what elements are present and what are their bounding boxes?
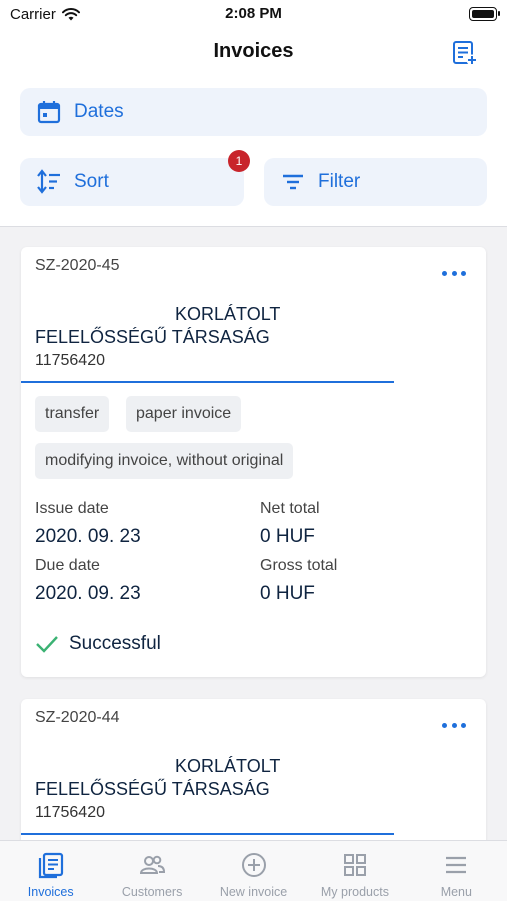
net-total-label: Net total [260,500,320,517]
tab-label: Menu [440,885,472,899]
net-total-value: 0 HUF [260,526,315,547]
dates-label: Dates [74,101,124,122]
tag-chip: paper invoice [126,396,242,432]
tag-chip: modifying invoice, without original [35,443,294,479]
invoice-number: SZ-2020-45 [35,257,120,274]
status-row: Successful [35,633,161,655]
invoice-number: SZ-2020-44 [35,709,120,726]
tab-label: Customers [121,885,183,899]
due-date-label: Due date [35,557,100,574]
tab-customers[interactable]: Customers [101,841,202,901]
due-date-value: 2020. 09. 23 [35,583,141,604]
customer-name-line2: FELELŐSSÉGŰ TÁRSASÁG [35,327,270,347]
customer-underline [21,381,394,383]
invoices-icon [38,852,63,879]
dates-button[interactable]: Dates [20,88,487,136]
menu-icon [446,856,467,874]
customer-name: KORLÁTOLT FELELŐSSÉGŰ TÁRSASÁG [35,303,280,349]
tab-new-invoice[interactable]: New invoice [203,841,304,901]
tab-bar: Invoices Customers New invoice My produc… [0,840,507,901]
filter-label: Filter [318,171,361,192]
customer-tax-number: 11756420 [35,352,105,369]
clock: 2:08 PM [225,5,282,22]
sort-icon [37,169,60,194]
customer-tax-number: 11756420 [35,804,105,821]
more-options-icon[interactable] [442,271,466,277]
tab-label: Invoices [27,885,74,899]
tab-my-products[interactable]: My products [304,841,405,901]
customer-underline [21,833,394,835]
customers-icon [140,855,166,874]
status-text: Successful [69,633,161,654]
filter-icon [283,174,303,190]
issue-date-value: 2020. 09. 23 [35,526,141,547]
invoice-card[interactable]: SZ-2020-45 KORLÁTOLT FELELŐSSÉGŰ TÁRSASÁ… [21,247,486,677]
battery-icon [469,7,500,21]
invoice-card[interactable]: SZ-2020-44 KORLÁTOLT FELELŐSSÉGŰ TÁRSASÁ… [21,699,486,859]
customer-name-line1: KORLÁTOLT [175,756,281,776]
gross-total-label: Gross total [260,557,338,574]
filter-button[interactable]: Filter [264,158,487,206]
sort-count-badge: 1 [228,150,250,172]
sort-button[interactable]: Sort [20,158,244,206]
header: Invoices Dates Sort 1 Filter [0,30,507,227]
customer-name: KORLÁTOLT FELELŐSSÉGŰ TÁRSASÁG [35,755,280,801]
more-options-icon[interactable] [442,723,466,729]
customer-name-line2: FELELŐSSÉGŰ TÁRSASÁG [35,779,270,799]
status-bar: Carrier 2:08 PM [0,0,507,30]
customer-name-line1: KORLÁTOLT [175,304,281,324]
new-invoice-document-icon[interactable] [451,39,479,67]
gross-total-value: 0 HUF [260,583,315,604]
tag-chip: transfer [35,396,110,432]
plus-circle-icon [241,853,266,877]
sort-label: Sort [74,171,109,192]
tab-label: My products [320,885,389,899]
checkmark-icon [36,636,58,653]
tab-label: New invoice [219,885,288,899]
tab-invoices[interactable]: Invoices [0,841,101,901]
issue-date-label: Issue date [35,500,109,517]
page-title: Invoices [213,40,294,62]
grid-icon [343,854,366,876]
calendar-icon [37,101,61,124]
tab-menu[interactable]: Menu [406,841,507,901]
